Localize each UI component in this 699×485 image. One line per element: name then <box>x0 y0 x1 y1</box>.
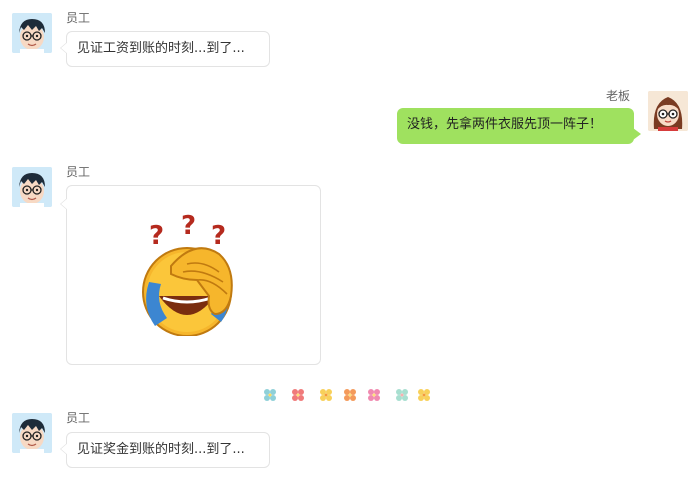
employee-avatar[interactable] <box>12 167 52 207</box>
svg-text:?: ? <box>181 211 196 241</box>
message-bubble[interactable]: 见证工资到账的时刻...到了... <box>60 31 270 67</box>
sender-name: 员工 <box>66 11 91 25</box>
employee-avatar[interactable] <box>12 413 52 453</box>
image-message[interactable]: ? ? ? <box>60 185 321 365</box>
boy-avatar-icon <box>12 413 52 453</box>
sender-name: 员工 <box>66 411 91 425</box>
svg-text:?: ? <box>149 221 164 251</box>
flower-divider-icon <box>264 389 430 401</box>
boy-avatar-icon <box>12 13 52 53</box>
sender-name: 老板 <box>606 89 631 103</box>
facepalm-emoji-icon: ? ? ? <box>142 211 233 336</box>
boss-avatar[interactable] <box>648 91 688 131</box>
message-bubble[interactable]: 没钱，先拿两件衣服先顶一阵子！ <box>397 108 641 144</box>
svg-text:?: ? <box>211 221 226 251</box>
sender-name: 员工 <box>66 165 91 179</box>
boy-avatar-icon <box>12 167 52 207</box>
girl-avatar-icon <box>648 91 688 131</box>
employee-avatar[interactable] <box>12 13 52 53</box>
message-bubble[interactable]: 见证奖金到账的时刻...到了... <box>60 432 270 468</box>
